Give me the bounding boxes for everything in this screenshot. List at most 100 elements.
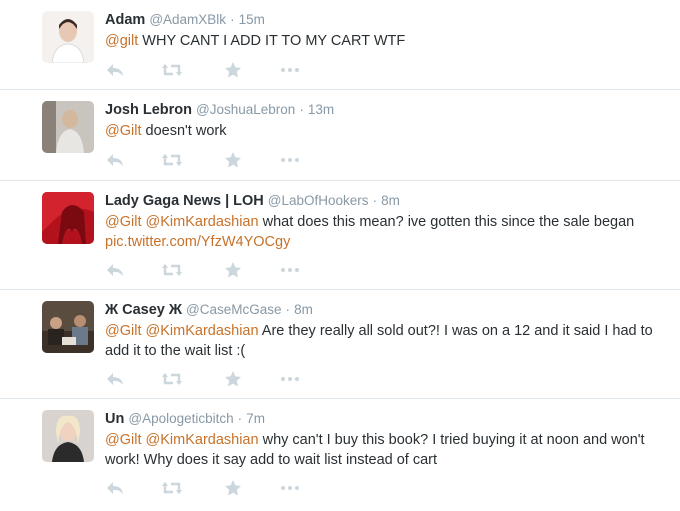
media-link[interactable]: pic.twitter.com/YfzW4YOCgy: [105, 234, 290, 250]
retweet-icon: [161, 150, 183, 170]
more-icon: [279, 260, 301, 280]
favorite-button[interactable]: [223, 369, 245, 389]
tweet-actions: [105, 478, 305, 498]
tweet-actions: [105, 150, 305, 170]
user-handle[interactable]: @AdamXBlk: [149, 12, 226, 27]
favorite-button[interactable]: [223, 260, 245, 280]
tweet-header: Un @Apologeticbitch · 7m: [105, 409, 660, 429]
favorite-button[interactable]: [223, 60, 245, 80]
tweet[interactable]: Lady Gaga News | LOH @LabOfHookers · 8m …: [0, 181, 680, 290]
avatar[interactable]: [42, 11, 94, 63]
mention-link[interactable]: @KimKardashian: [146, 432, 259, 448]
reply-button[interactable]: [105, 60, 127, 80]
reply-button[interactable]: [105, 369, 127, 389]
more-button[interactable]: [279, 60, 301, 80]
mention-link[interactable]: @gilt: [105, 33, 138, 49]
favorite-button[interactable]: [223, 478, 245, 498]
separator-dot: ·: [237, 411, 243, 426]
tweet-header: Ж Casey Ж @CaseMcGase · 8m: [105, 300, 660, 320]
user-handle[interactable]: @CaseMcGase: [186, 302, 281, 317]
avatar[interactable]: [42, 301, 94, 353]
retweet-button[interactable]: [161, 478, 183, 498]
mention-link[interactable]: @KimKardashian: [146, 214, 259, 230]
tweet-timestamp[interactable]: 8m: [294, 302, 313, 317]
user-fullname[interactable]: Adam: [105, 12, 145, 28]
tweet-content: Josh Lebron @JoshuaLebron · 13m @Gilt do…: [105, 100, 660, 141]
mention-link[interactable]: @KimKardashian: [146, 323, 259, 339]
more-icon: [279, 60, 301, 80]
retweet-button[interactable]: [161, 60, 183, 80]
retweet-button[interactable]: [161, 260, 183, 280]
more-button[interactable]: [279, 369, 301, 389]
tweet-timestamp[interactable]: 13m: [308, 102, 334, 117]
user-handle[interactable]: @JoshuaLebron: [196, 102, 295, 117]
favorite-icon: [223, 150, 245, 170]
reply-icon: [105, 369, 127, 389]
tweet-text: @Gilt doesn't work: [105, 121, 660, 141]
tweet-actions: [105, 60, 305, 80]
tweet-text-fragment: WHY CANT I ADD IT TO MY CART WTF: [138, 33, 406, 49]
more-icon: [279, 150, 301, 170]
mention-link[interactable]: @Gilt: [105, 214, 141, 230]
favorite-button[interactable]: [223, 150, 245, 170]
reply-icon: [105, 150, 127, 170]
tweet-content: Un @Apologeticbitch · 7m @Gilt @KimKarda…: [105, 409, 660, 470]
separator-dot: ·: [230, 12, 235, 27]
reply-button[interactable]: [105, 478, 127, 498]
separator-dot: ·: [299, 102, 304, 117]
tweet[interactable]: Ж Casey Ж @CaseMcGase · 8m @Gilt @KimKar…: [0, 290, 680, 399]
tweet-header: Lady Gaga News | LOH @LabOfHookers · 8m: [105, 191, 660, 211]
tweet-content: Lady Gaga News | LOH @LabOfHookers · 8m …: [105, 191, 660, 252]
mention-link[interactable]: @Gilt: [105, 323, 141, 339]
more-icon: [279, 369, 301, 389]
tweet[interactable]: Josh Lebron @JoshuaLebron · 13m @Gilt do…: [0, 90, 680, 181]
tweet-text: @Gilt @KimKardashian Are they really all…: [105, 321, 660, 361]
tweet-text: @gilt WHY CANT I ADD IT TO MY CART WTF: [105, 31, 660, 51]
tweet-actions: [105, 260, 305, 280]
tweet-actions: [105, 369, 305, 389]
retweet-icon: [161, 369, 183, 389]
tweet-text: @Gilt @KimKardashian what does this mean…: [105, 212, 660, 252]
reply-icon: [105, 60, 127, 80]
more-button[interactable]: [279, 260, 301, 280]
user-fullname[interactable]: Josh Lebron: [105, 102, 192, 118]
tweet-header: Josh Lebron @JoshuaLebron · 13m: [105, 100, 660, 120]
separator-dot: ·: [372, 193, 378, 208]
user-handle[interactable]: @LabOfHookers: [268, 193, 369, 208]
retweet-icon: [161, 260, 183, 280]
favorite-icon: [223, 260, 245, 280]
avatar[interactable]: [42, 410, 94, 462]
more-button[interactable]: [279, 150, 301, 170]
reply-icon: [105, 478, 127, 498]
avatar[interactable]: [42, 101, 94, 153]
tweet[interactable]: Un @Apologeticbitch · 7m @Gilt @KimKarda…: [0, 399, 680, 511]
user-fullname[interactable]: Lady Gaga News | LOH: [105, 193, 264, 209]
reply-button[interactable]: [105, 260, 127, 280]
user-fullname[interactable]: Ж Casey Ж: [105, 302, 182, 318]
more-button[interactable]: [279, 478, 301, 498]
favorite-icon: [223, 369, 245, 389]
avatar[interactable]: [42, 192, 94, 244]
tweet-timestamp[interactable]: 7m: [246, 411, 265, 426]
retweet-button[interactable]: [161, 150, 183, 170]
tweet[interactable]: Adam @AdamXBlk · 15m @gilt WHY CANT I AD…: [0, 0, 680, 90]
tweet-text: @Gilt @KimKardashian why can't I buy thi…: [105, 430, 660, 470]
more-icon: [279, 478, 301, 498]
retweet-icon: [161, 60, 183, 80]
reply-button[interactable]: [105, 150, 127, 170]
mention-link[interactable]: @Gilt: [105, 123, 141, 139]
user-handle[interactable]: @Apologeticbitch: [128, 411, 233, 426]
tweet-header: Adam @AdamXBlk · 15m: [105, 10, 660, 30]
tweet-text-fragment: doesn't work: [141, 123, 227, 139]
tweet-content: Ж Casey Ж @CaseMcGase · 8m @Gilt @KimKar…: [105, 300, 660, 361]
tweet-text-fragment: what does this mean? ive gotten this sin…: [258, 214, 635, 230]
retweet-button[interactable]: [161, 369, 183, 389]
retweet-icon: [161, 478, 183, 498]
mention-link[interactable]: @Gilt: [105, 432, 141, 448]
favorite-icon: [223, 478, 245, 498]
tweet-timestamp[interactable]: 8m: [381, 193, 400, 208]
separator-dot: ·: [285, 302, 291, 317]
tweet-timestamp[interactable]: 15m: [239, 12, 265, 27]
user-fullname[interactable]: Un: [105, 411, 124, 427]
tweet-content: Adam @AdamXBlk · 15m @gilt WHY CANT I AD…: [105, 10, 660, 51]
